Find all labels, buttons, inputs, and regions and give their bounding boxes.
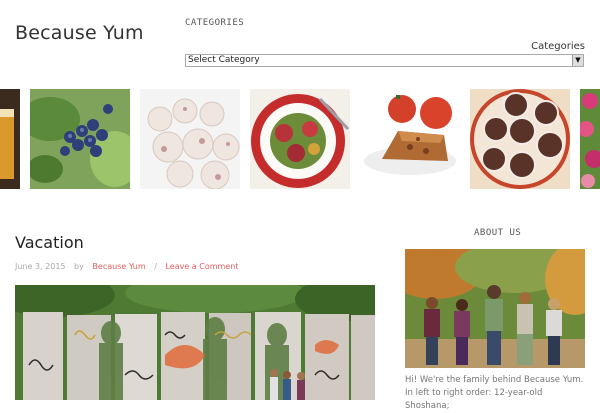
about-us-image[interactable] xyxy=(405,249,585,368)
carousel-item-drink[interactable] xyxy=(0,89,20,189)
site-title[interactable]: Because Yum xyxy=(15,22,144,44)
post-featured-image[interactable] xyxy=(15,285,375,400)
dropdown-arrow-icon[interactable]: ▼ xyxy=(572,55,583,66)
categories-heading: CATEGORIES xyxy=(185,18,245,28)
author-link[interactable]: Because Yum xyxy=(92,262,145,271)
category-select[interactable]: Select Category ▼ xyxy=(185,54,584,67)
drink-image xyxy=(0,89,20,189)
post-meta: June 3, 2015 by Because Yum / Leave a Co… xyxy=(15,262,244,271)
carousel-item-salad-plate[interactable] xyxy=(250,89,350,189)
carousel-item-snowball-cookies[interactable] xyxy=(140,89,240,189)
post-title[interactable]: Vacation xyxy=(15,233,84,252)
carousel-item-flowers[interactable] xyxy=(580,89,600,189)
carousel-item-blueberries[interactable] xyxy=(30,89,130,189)
about-us-text: Hi! We're the family behind Because Yum.… xyxy=(405,375,584,411)
flowers-image xyxy=(580,89,600,189)
leave-comment-link[interactable]: Leave a Comment xyxy=(165,262,238,271)
berlin-wall-image xyxy=(15,285,375,400)
chocolate-cupcakes-image xyxy=(470,89,570,189)
blueberries-image xyxy=(30,89,130,189)
post-date: June 3, 2015 xyxy=(15,262,66,271)
salad-plate-image xyxy=(250,89,350,189)
featured-carousel xyxy=(0,89,600,189)
family-photo xyxy=(405,249,585,368)
tomato-crumble-image xyxy=(360,89,460,189)
meta-separator: / xyxy=(154,262,157,271)
category-select-value: Select Category xyxy=(188,55,260,65)
snowball-cookies-image xyxy=(140,89,240,189)
carousel-item-chocolate-cupcakes[interactable] xyxy=(470,89,570,189)
carousel-item-tomato-crumble[interactable] xyxy=(360,89,460,189)
about-us-heading: ABOUT US xyxy=(474,228,522,238)
categories-label: Categories xyxy=(531,41,585,52)
post-by: by xyxy=(74,262,84,271)
